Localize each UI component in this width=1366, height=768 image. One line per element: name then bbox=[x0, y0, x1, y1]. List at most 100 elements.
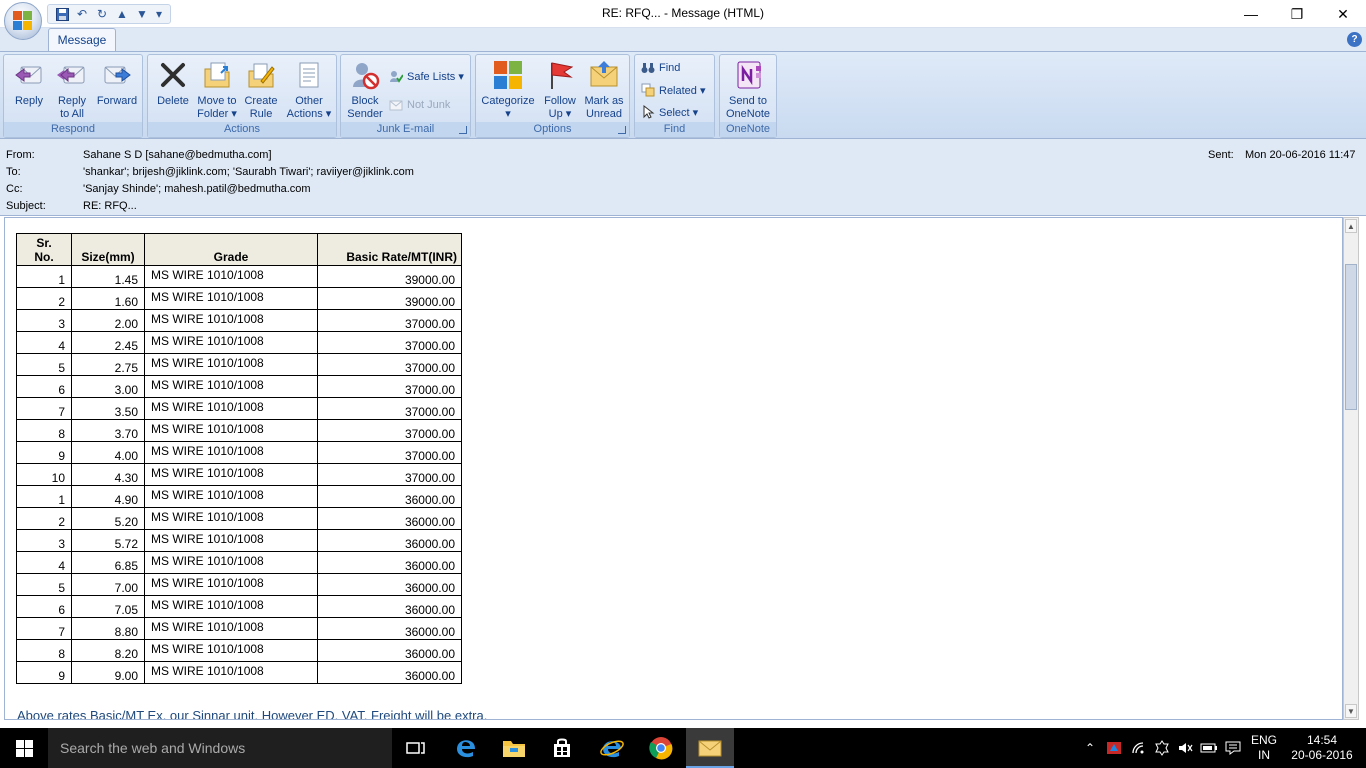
cell-size: 7.00 bbox=[71, 573, 145, 596]
cell-sr-no: 7 bbox=[16, 617, 72, 640]
scroll-up-icon[interactable]: ▲ bbox=[1345, 219, 1357, 233]
cell-size: 1.45 bbox=[71, 265, 145, 288]
cell-sr-no: 5 bbox=[16, 573, 72, 596]
cell-size: 9.00 bbox=[71, 661, 145, 684]
reply-all-button[interactable]: Reply to All bbox=[52, 57, 92, 121]
cell-rate: 36000.00 bbox=[317, 595, 462, 618]
start-button[interactable] bbox=[0, 728, 48, 768]
safe-lists-icon bbox=[389, 69, 404, 83]
cell-size: 6.85 bbox=[71, 551, 145, 574]
cell-rate: 36000.00 bbox=[317, 617, 462, 640]
taskbar-search[interactable]: Search the web and Windows bbox=[48, 728, 392, 768]
cell-rate: 36000.00 bbox=[317, 639, 462, 662]
file-explorer-icon[interactable] bbox=[490, 728, 538, 768]
clock[interactable]: 14:54 20-06-2016 bbox=[1284, 728, 1360, 768]
move-to-folder-button[interactable]: Move to Folder ▾ bbox=[194, 57, 240, 121]
group-junk-email-label: Junk E-mail bbox=[341, 122, 470, 137]
subject-label: Subject: bbox=[6, 200, 46, 212]
create-rule-button[interactable]: Create Rule bbox=[241, 57, 281, 121]
not-junk-button[interactable]: Not Junk bbox=[389, 96, 450, 114]
action-center-icon[interactable] bbox=[1222, 728, 1244, 768]
cell-grade: MS WIRE 1010/1008 bbox=[144, 661, 318, 684]
table-row: 8 8.20 MS WIRE 1010/1008 36000.00 bbox=[16, 639, 462, 662]
minimize-button[interactable]: — bbox=[1228, 0, 1274, 28]
send-to-onenote-label-2: OneNote bbox=[725, 108, 771, 120]
cell-grade: MS WIRE 1010/1008 bbox=[144, 441, 318, 464]
reply-all-label-2: to All bbox=[60, 108, 84, 120]
not-junk-label: Not Junk bbox=[407, 99, 451, 111]
battery-icon[interactable] bbox=[1198, 728, 1220, 768]
help-icon[interactable]: ? bbox=[1347, 32, 1362, 47]
show-hidden-icons-icon[interactable]: ⌃ bbox=[1080, 728, 1100, 768]
categorize-button[interactable]: Categorize ▾ bbox=[480, 57, 536, 121]
reply-all-icon bbox=[56, 59, 88, 91]
mark-as-unread-label-1: Mark as bbox=[584, 95, 624, 107]
scroll-down-icon[interactable]: ▼ bbox=[1345, 704, 1357, 718]
antivirus-icon[interactable] bbox=[1103, 728, 1125, 768]
tab-message[interactable]: Message bbox=[48, 28, 116, 52]
select-button[interactable]: Select ▾ bbox=[641, 103, 698, 121]
categorize-label-2: ▾ bbox=[505, 108, 511, 120]
reply-icon bbox=[13, 59, 45, 91]
scroll-thumb[interactable] bbox=[1345, 264, 1357, 410]
cell-rate: 36000.00 bbox=[317, 529, 462, 552]
cell-size: 4.00 bbox=[71, 441, 145, 464]
store-icon[interactable] bbox=[538, 728, 586, 768]
network-settings-icon[interactable] bbox=[1151, 728, 1173, 768]
from-value[interactable]: Sahane S D [sahane@bedmutha.com] bbox=[83, 149, 272, 161]
cell-sr-no: 2 bbox=[16, 507, 72, 530]
maximize-button[interactable]: ❐ bbox=[1274, 0, 1320, 28]
create-rule-label-1: Create bbox=[244, 95, 278, 107]
cell-sr-no: 5 bbox=[16, 353, 72, 376]
edge-icon[interactable] bbox=[442, 728, 490, 768]
mark-as-unread-label-2: Unread bbox=[585, 108, 623, 120]
col-sr-no-line-2: No. bbox=[34, 250, 54, 264]
cell-grade: MS WIRE 1010/1008 bbox=[144, 419, 318, 442]
safe-lists-button[interactable]: Safe Lists ▾ bbox=[389, 67, 464, 85]
table-row: 7 3.50 MS WIRE 1010/1008 37000.00 bbox=[16, 397, 462, 420]
reply-button[interactable]: Reply bbox=[8, 57, 50, 121]
find-button[interactable]: Find bbox=[641, 59, 680, 77]
cc-label: Cc: bbox=[6, 183, 23, 195]
sent-value: Mon 20-06-2016 11:47 bbox=[1245, 149, 1356, 161]
table-row: 4 2.45 MS WIRE 1010/1008 37000.00 bbox=[16, 331, 462, 354]
table-row: 9 4.00 MS WIRE 1010/1008 37000.00 bbox=[16, 441, 462, 464]
cell-grade: MS WIRE 1010/1008 bbox=[144, 551, 318, 574]
move-to-folder-label-2: Folder ▾ bbox=[197, 108, 237, 120]
group-onenote-label: OneNote bbox=[720, 122, 776, 137]
task-view-icon[interactable] bbox=[392, 728, 440, 768]
close-button[interactable]: ✕ bbox=[1320, 0, 1366, 28]
cc-value[interactable]: 'Sanjay Shinde'; mahesh.patil@bedmutha.c… bbox=[83, 183, 311, 195]
junk-email-launcher-icon[interactable] bbox=[459, 126, 467, 134]
delete-button[interactable]: Delete bbox=[152, 57, 194, 121]
mark-as-unread-button[interactable]: Mark as Unread bbox=[582, 57, 626, 121]
table-row: 10 4.30 MS WIRE 1010/1008 37000.00 bbox=[16, 463, 462, 486]
cell-sr-no: 4 bbox=[16, 331, 72, 354]
vertical-scrollbar[interactable]: ▲ ▼ bbox=[1343, 217, 1359, 720]
table-row: 3 5.72 MS WIRE 1010/1008 36000.00 bbox=[16, 529, 462, 552]
follow-up-button[interactable]: Follow Up ▾ bbox=[540, 57, 580, 121]
cell-size: 4.90 bbox=[71, 485, 145, 508]
other-actions-button[interactable]: Other Actions ▾ bbox=[284, 57, 334, 121]
send-to-onenote-button[interactable]: Send to OneNote bbox=[722, 57, 774, 121]
create-rule-icon bbox=[245, 59, 277, 91]
internet-explorer-icon[interactable] bbox=[588, 728, 636, 768]
follow-up-label-1: Follow bbox=[544, 95, 576, 107]
input-language[interactable]: ENG IN bbox=[1246, 728, 1282, 768]
volume-icon[interactable] bbox=[1174, 728, 1196, 768]
message-body: Sr. No. Size(mm) Grade Basic Rate/MT(INR… bbox=[4, 217, 1343, 720]
outlook-taskbar-icon[interactable] bbox=[686, 728, 734, 768]
wifi-icon[interactable] bbox=[1128, 728, 1150, 768]
chrome-icon[interactable] bbox=[637, 728, 685, 768]
safe-lists-label: Safe Lists ▾ bbox=[407, 70, 464, 83]
forward-button[interactable]: Forward bbox=[94, 57, 140, 121]
group-respond-label: Respond bbox=[4, 122, 142, 137]
office-button[interactable] bbox=[4, 2, 42, 40]
to-value[interactable]: 'shankar'; brijesh@jiklink.com; 'Saurabh… bbox=[83, 166, 414, 178]
table-row: 4 6.85 MS WIRE 1010/1008 36000.00 bbox=[16, 551, 462, 574]
options-launcher-icon[interactable] bbox=[618, 126, 626, 134]
related-label: Related ▾ bbox=[659, 84, 706, 97]
block-sender-button[interactable]: Block Sender bbox=[345, 57, 385, 121]
related-button[interactable]: Related ▾ bbox=[641, 81, 706, 99]
cell-size: 2.75 bbox=[71, 353, 145, 376]
